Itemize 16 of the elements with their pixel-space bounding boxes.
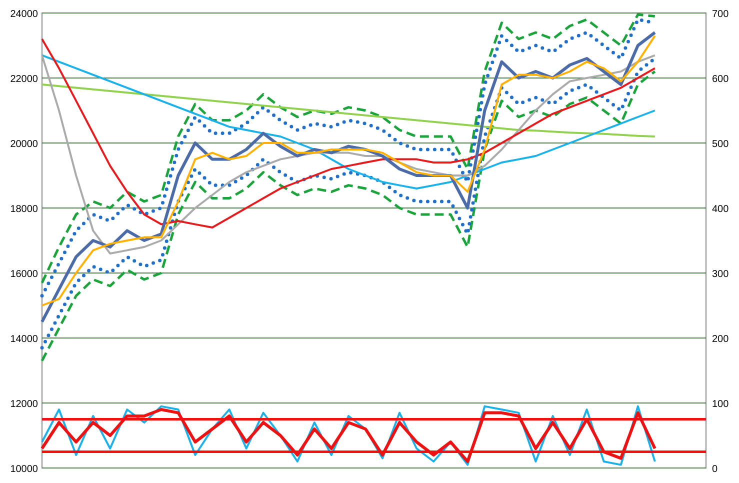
axis-tick-label: 300 [712,269,729,280]
axis-tick-label: 500 [712,139,729,150]
axis-tick-label: 24000 [10,9,38,20]
axis-tick-label: 0 [712,464,718,475]
axis-tick-label: 14000 [10,334,38,345]
axis-tick-label: 20000 [10,139,38,150]
axis-tick-label: 18000 [10,204,38,215]
axis-tick-label: 200 [712,334,729,345]
axis-tick-label: 400 [712,204,729,215]
axis-tick-label: 100 [712,399,729,410]
axis-tick-label: 700 [712,9,729,20]
axis-tick-label: 22000 [10,74,38,85]
axis-tick-label: 10000 [10,464,38,475]
axis-tick-label: 12000 [10,399,38,410]
axis-tick-label: 600 [712,74,729,85]
axis-tick-label: 16000 [10,269,38,280]
